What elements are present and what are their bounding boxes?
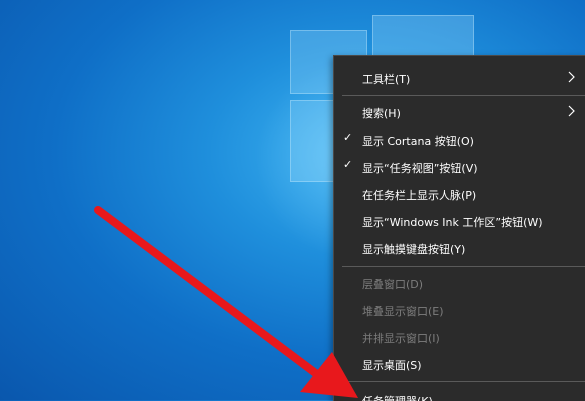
menu-item-show-touch-keyboard-button[interactable]: 显示触摸键盘按钮(Y) (334, 234, 585, 261)
check-icon (343, 185, 357, 201)
check-icon (343, 212, 357, 228)
chevron-right-icon (568, 71, 575, 83)
menu-separator (342, 381, 585, 382)
check-icon (343, 328, 357, 344)
menu-item-label: 显示桌面(S) (362, 359, 422, 372)
menu-item-search[interactable]: 搜索(H) (334, 98, 585, 125)
taskbar-context-menu: 工具栏(T) 搜索(H) ✓ 显示 Cortana 按钮(O) ✓ 显示“任务视… (333, 55, 585, 401)
menu-item-show-cortana-button[interactable]: ✓ 显示 Cortana 按钮(O) (334, 126, 585, 153)
chevron-right-icon (568, 105, 575, 117)
menu-item-label: 并排显示窗口(I) (362, 332, 440, 345)
check-icon (343, 355, 357, 371)
check-icon (343, 389, 357, 401)
menu-item-side-by-side-windows[interactable]: 并排显示窗口(I) (334, 323, 585, 350)
menu-item-label: 工具栏(T) (362, 73, 411, 86)
menu-item-show-people[interactable]: 在任务栏上显示人脉(P) (334, 180, 585, 207)
menu-item-label: 搜索(H) (362, 107, 401, 120)
check-icon (343, 301, 357, 317)
menu-item-label: 显示 Cortana 按钮(O) (362, 135, 474, 148)
check-icon (343, 69, 357, 85)
menu-item-stack-windows[interactable]: 堆叠显示窗口(E) (334, 296, 585, 323)
checkmark-icon: ✓ (343, 158, 353, 171)
checkmark-icon: ✓ (343, 131, 353, 144)
menu-item-label: 在任务栏上显示人脉(P) (362, 189, 477, 202)
menu-item-task-manager[interactable]: 任务管理器(K) (334, 384, 585, 401)
check-icon (343, 103, 357, 119)
check-icon (343, 274, 357, 290)
menu-item-show-task-view-button[interactable]: ✓ 显示“任务视图”按钮(V) (334, 153, 585, 180)
menu-item-show-windows-ink-button[interactable]: 显示“Windows Ink 工作区”按钮(W) (334, 207, 585, 234)
menu-item-label: 显示“Windows Ink 工作区”按钮(W) (362, 216, 543, 229)
menu-item-cascade-windows[interactable]: 层叠窗口(D) (334, 269, 585, 296)
menu-item-show-desktop[interactable]: 显示桌面(S) (334, 350, 585, 377)
menu-item-label: 层叠窗口(D) (362, 278, 424, 291)
check-icon (343, 239, 357, 255)
menu-item-label: 堆叠显示窗口(E) (362, 305, 444, 318)
menu-item-label: 显示“任务视图”按钮(V) (362, 162, 478, 175)
menu-item-toolbars[interactable]: 工具栏(T) (334, 64, 585, 91)
menu-separator (342, 266, 585, 267)
menu-item-label: 显示触摸键盘按钮(Y) (362, 243, 466, 256)
menu-separator (342, 95, 585, 96)
